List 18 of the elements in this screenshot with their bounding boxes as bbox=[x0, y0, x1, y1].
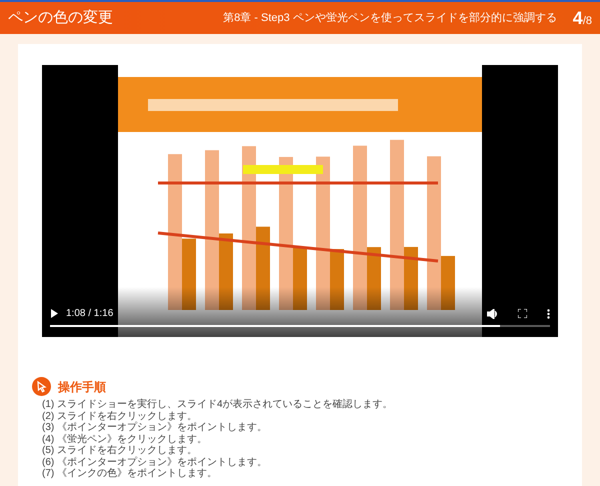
procedure-step: (5) スライドを右クリックします。 bbox=[42, 445, 558, 456]
page-title: ペンの色の変更 bbox=[8, 8, 113, 28]
page-number: 4 bbox=[572, 6, 583, 30]
video-time: 1:08 / 1:16 bbox=[66, 307, 114, 321]
procedure-step: (3) 《ポインターオプション》をポイントします。 bbox=[42, 422, 558, 434]
fullscreen-icon[interactable] bbox=[518, 309, 527, 318]
play-icon[interactable] bbox=[50, 309, 58, 318]
chapter-title: 第8章 - Step3 ペンや蛍光ペンを使ってスライドを部分的に強調する bbox=[223, 10, 557, 26]
more-icon[interactable] bbox=[547, 308, 550, 318]
procedure-step: (1) スライドショーを実行し、スライド4が表示されていることを確認します。 bbox=[42, 399, 558, 410]
procedure-step: (7) 《インクの色》をポイントします。 bbox=[42, 468, 558, 480]
procedure-step: (6) 《ポインターオプション》をポイントします。 bbox=[42, 456, 558, 468]
procedure-step: (2) スライドを右クリックします。 bbox=[42, 410, 558, 422]
page-total: /8 bbox=[582, 14, 592, 28]
volume-icon[interactable] bbox=[487, 308, 498, 318]
cursor-icon bbox=[32, 377, 51, 396]
procedure-step: (4) 《蛍光ペン》をクリックします。 bbox=[42, 434, 558, 445]
procedure-heading: 操作手順 bbox=[58, 378, 106, 396]
